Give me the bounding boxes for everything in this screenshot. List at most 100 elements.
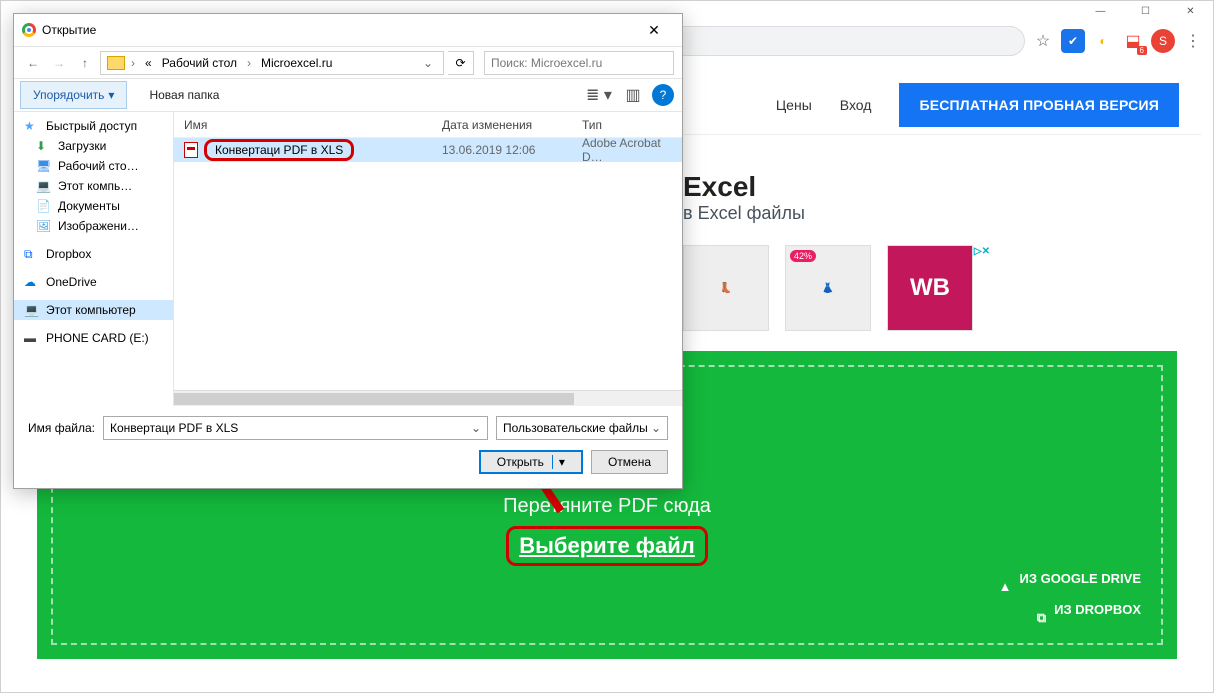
page-title: Excel [683, 171, 756, 203]
window-maximize-button[interactable]: ☐ [1123, 1, 1168, 21]
nav-label: Изображени… [58, 219, 139, 233]
desktop-icon: 🖥 [36, 159, 52, 173]
nav-forward-button[interactable]: → [48, 56, 70, 70]
window-close-button[interactable]: ✕ [1168, 1, 1213, 21]
pdf-file-icon [184, 142, 198, 158]
breadcrumb-bar[interactable]: › « Рабочий стол › Microexcel.ru ⌄ [100, 51, 444, 75]
nav-phone-card[interactable]: ▬ PHONE CARD (E:) [14, 328, 173, 348]
dialog-toolbar: Упорядочить▾ Новая папка ≣ ▾ ▥ ? [14, 78, 682, 112]
navigation-pane: ★Быстрый доступ ⬇Загрузки 🖥Рабочий сто… … [14, 112, 174, 406]
view-options-button[interactable]: ≣ ▾ [584, 83, 614, 107]
refresh-button[interactable]: ⟳ [448, 51, 474, 75]
extension-icon[interactable]: ✔ [1061, 29, 1085, 53]
dropbox-icon: ⧉ [24, 247, 40, 261]
star-icon: ★ [24, 119, 40, 133]
sd-card-icon: ▬ [24, 331, 40, 345]
source-label: ИЗ GOOGLE DRIVE [1019, 563, 1141, 594]
chrome-app-icon [22, 23, 36, 37]
chrome-window: ― ☐ ✕ ← → ⟳ ☆ ✔ ◐ ⬓6 S ⋮ Цены Вход БЕСПЛ… [0, 0, 1214, 693]
cancel-button[interactable]: Отмена [591, 450, 668, 474]
onedrive-icon: ☁ [24, 275, 40, 289]
chrome-menu-button[interactable]: ⋮ [1181, 29, 1205, 53]
nav-label: OneDrive [46, 275, 97, 289]
dropzone-sources: ▲ ИЗ GOOGLE DRIVE ⧉ ИЗ DROPBOX [995, 563, 1141, 625]
from-dropbox-button[interactable]: ⧉ ИЗ DROPBOX [995, 594, 1141, 625]
breadcrumb-dropdown-icon[interactable]: ⌄ [419, 56, 437, 70]
nav-back-button[interactable]: ← [22, 56, 44, 70]
nav-dropbox[interactable]: ⧉ Dropbox [14, 244, 173, 264]
breadcrumb-item[interactable]: Рабочий стол [158, 56, 241, 70]
open-button[interactable]: Открыть▾ [479, 450, 583, 474]
file-row[interactable]: Конвертаци PDF в XLS 13.06.2019 12:06 Ad… [174, 138, 682, 162]
breadcrumb-item[interactable]: Microexcel.ru [257, 56, 336, 70]
file-list-pane: Имя Дата изменения Тип Конвертаци PDF в … [174, 112, 682, 406]
organize-button[interactable]: Упорядочить▾ [20, 81, 127, 109]
chevron-down-icon: ⌄ [471, 421, 481, 435]
choose-file-link[interactable]: Выберите файл [506, 526, 708, 566]
ad-tile[interactable]: WB▷✕ [887, 245, 973, 331]
source-label: ИЗ DROPBOX [1054, 594, 1141, 625]
filename-value: Конвертаци PDF в XLS [110, 421, 238, 435]
col-date[interactable]: Дата изменения [432, 118, 572, 132]
nav-label: Загрузки [58, 139, 106, 153]
nav-this-pc[interactable]: 💻 Этот компьютер [14, 300, 173, 320]
column-headers: Имя Дата изменения Тип [174, 112, 682, 138]
nav-documents[interactable]: 📄Документы [14, 196, 173, 216]
filetype-filter[interactable]: Пользовательские файлы⌄ [496, 416, 668, 440]
google-drive-icon: ▲ [995, 571, 1011, 585]
nav-pictures[interactable]: 🖼Изображени… [14, 216, 173, 236]
nav-label: Этот компьютер [46, 303, 136, 317]
pc-icon: 💻 [24, 303, 40, 317]
dropzone-hint: Перетяните PDF сюда [503, 495, 711, 518]
file-date: 13.06.2019 12:06 [432, 143, 572, 157]
breadcrumb-ellipsis[interactable]: « [141, 56, 156, 70]
col-name[interactable]: Имя [174, 118, 432, 132]
dropbox-icon: ⧉ [1030, 602, 1046, 616]
window-minimize-button[interactable]: ― [1078, 1, 1123, 21]
from-google-drive-button[interactable]: ▲ ИЗ GOOGLE DRIVE [995, 563, 1141, 594]
ad-tile[interactable]: 👢 [683, 245, 769, 331]
search-field[interactable]: Поиск: Microexcel.ru [484, 51, 674, 75]
extension-icon[interactable]: ◐ [1091, 29, 1115, 53]
nav-this-pc-short[interactable]: 💻 Этот компь… [14, 176, 173, 196]
dialog-close-button[interactable]: ✕ [634, 22, 674, 39]
dialog-title: Открытие [42, 23, 96, 37]
scrollbar-thumb[interactable] [174, 393, 574, 405]
nav-downloads[interactable]: ⬇Загрузки [14, 136, 173, 156]
filter-value: Пользовательские файлы [503, 421, 648, 435]
nav-quick-access[interactable]: ★ Быстрый доступ [14, 116, 173, 136]
free-trial-button[interactable]: БЕСПЛАТНАЯ ПРОБНАЯ ВЕРСИЯ [899, 83, 1179, 127]
nav-desktop[interactable]: 🖥 Рабочий сто… [14, 156, 173, 176]
new-folder-button[interactable]: Новая папка [137, 82, 231, 108]
chevron-down-icon: ⌄ [651, 421, 661, 435]
bookmark-star-icon[interactable]: ☆ [1031, 29, 1055, 53]
nav-up-button[interactable]: ↑ [74, 56, 96, 70]
nav-onedrive[interactable]: ☁ OneDrive [14, 272, 173, 292]
filename-combo[interactable]: Конвертаци PDF в XLS ⌄ [103, 416, 488, 440]
nav-label: PHONE CARD (E:) [46, 331, 149, 345]
nav-label: Быстрый доступ [46, 119, 137, 133]
help-button[interactable]: ? [652, 84, 674, 106]
extension-icon[interactable]: ⬓6 [1121, 29, 1145, 53]
preview-pane-button[interactable]: ▥ [618, 83, 648, 107]
nav-login-link[interactable]: Вход [840, 97, 872, 113]
nav-label: Dropbox [46, 247, 91, 261]
horizontal-scrollbar[interactable] [174, 390, 682, 406]
file-type: Adobe Acrobat D… [572, 136, 682, 164]
file-name: Конвертаци PDF в XLS [204, 139, 354, 161]
ad-tile[interactable]: 42%👗 [785, 245, 871, 331]
extension-badge: 6 [1137, 46, 1147, 55]
nav-prices-link[interactable]: Цены [776, 97, 812, 113]
dialog-address-bar: ← → ↑ › « Рабочий стол › Microexcel.ru ⌄… [14, 46, 682, 78]
chevron-down-icon: ▾ [108, 88, 114, 102]
split-dropdown-icon[interactable]: ▾ [552, 455, 565, 469]
col-type[interactable]: Тип [572, 118, 682, 132]
nav-label: Этот компь… [58, 179, 132, 193]
pc-icon: 💻 [36, 179, 52, 193]
nav-label: Рабочий сто… [58, 159, 139, 173]
ad-logo: WB [910, 274, 950, 302]
adchoices-icon[interactable]: ▷✕ [974, 246, 990, 257]
profile-avatar[interactable]: S [1151, 29, 1175, 53]
dialog-footer: Имя файла: Конвертаци PDF в XLS⌄ Пользов… [14, 406, 682, 488]
documents-icon: 📄 [36, 199, 52, 213]
